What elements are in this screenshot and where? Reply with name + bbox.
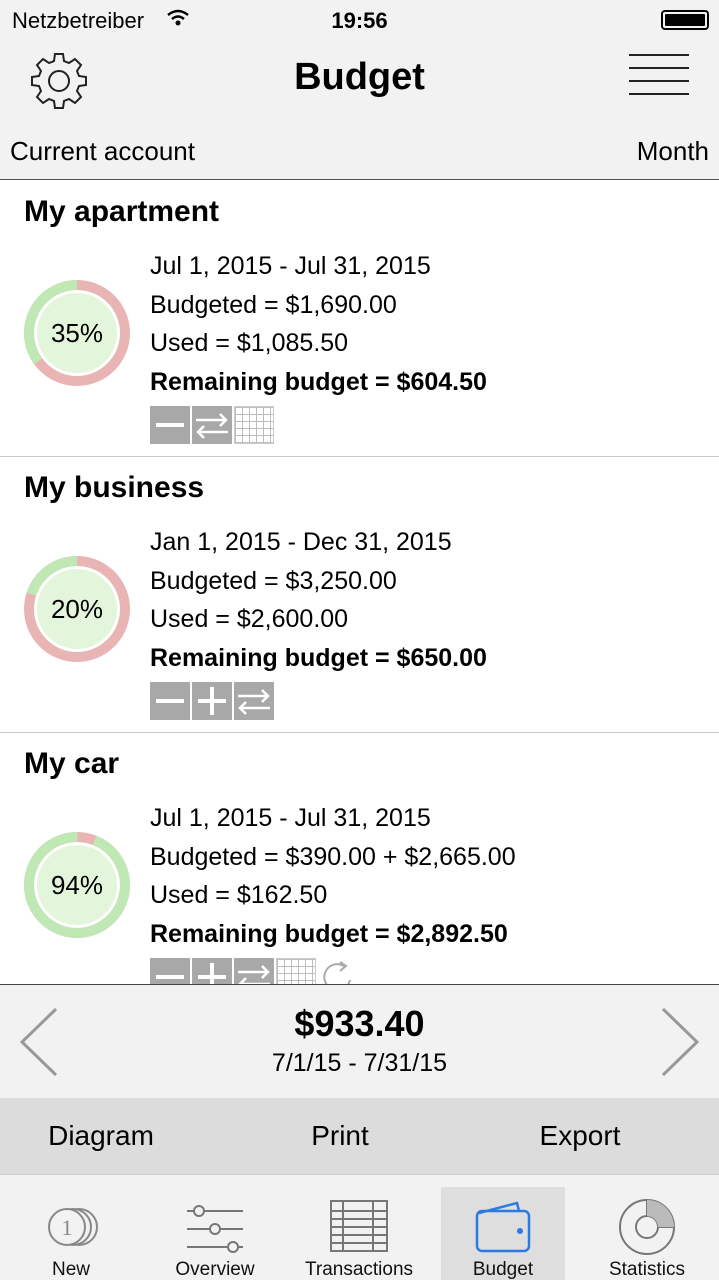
plus-button[interactable] bbox=[192, 958, 232, 984]
menu-line bbox=[629, 93, 689, 95]
sliders-icon bbox=[187, 1205, 243, 1253]
budget-actions bbox=[150, 682, 274, 722]
budget-percent: 20% bbox=[50, 594, 104, 624]
menu-button[interactable] bbox=[629, 54, 689, 108]
budget-remaining: Remaining budget = $604.50 bbox=[150, 367, 487, 396]
plus-button[interactable] bbox=[192, 682, 232, 720]
tab-label: New bbox=[51, 1259, 90, 1280]
transfer-button[interactable] bbox=[192, 406, 232, 444]
grid-button[interactable] bbox=[234, 406, 274, 444]
status-bar: Netzbetreiber 19:56 bbox=[0, 0, 719, 40]
transfer-button[interactable] bbox=[234, 958, 274, 984]
budget-details: Jul 1, 2015 - Jul 31, 2015 Budgeted = $1… bbox=[150, 247, 487, 401]
budget-card[interactable]: My apartment 35% Jul 1, 2015 - Jul 31, 2… bbox=[0, 181, 719, 457]
refresh-button[interactable] bbox=[318, 958, 358, 984]
tab-budget[interactable]: Budget bbox=[441, 1187, 565, 1280]
transfer-icon bbox=[238, 965, 270, 984]
budget-date-range: Jan 1, 2015 - Dec 31, 2015 bbox=[150, 528, 452, 556]
navigation-bar: Budget Current account Month bbox=[0, 40, 719, 180]
budget-budgeted: Budgeted = $3,250.00 bbox=[150, 566, 397, 595]
menu-line bbox=[629, 80, 689, 82]
budget-card[interactable]: My car 94% Jul 1, 2015 - Jul 31, 2015 Bu… bbox=[0, 733, 719, 984]
wallet-icon bbox=[475, 1201, 531, 1253]
tab-transactions[interactable]: Transactions bbox=[297, 1187, 421, 1280]
budget-budgeted: Budgeted = $1,690.00 bbox=[150, 290, 397, 319]
minus-button[interactable] bbox=[150, 406, 190, 444]
budget-used: Used = $2,600.00 bbox=[150, 605, 349, 633]
tab-label: Statistics bbox=[608, 1259, 686, 1280]
budget-name: My apartment bbox=[24, 195, 220, 228]
transfer-icon bbox=[196, 413, 228, 439]
total-amount: $933.40 bbox=[294, 1003, 425, 1044]
action-bar: Diagram Print Export bbox=[0, 1098, 719, 1174]
battery-icon bbox=[661, 10, 709, 30]
budget-percent: 94% bbox=[50, 870, 104, 900]
tab-statistics[interactable]: Statistics bbox=[585, 1187, 709, 1280]
budget-remaining: Remaining budget = $2,892.50 bbox=[150, 919, 508, 948]
budget-used: Used = $162.50 bbox=[150, 881, 328, 909]
period-summary: $933.40 7/1/15 - 7/31/15 bbox=[0, 984, 719, 1098]
page-title: Budget bbox=[294, 56, 425, 98]
export-button[interactable]: Export bbox=[460, 1120, 700, 1152]
budget-remaining: Remaining budget = $650.00 bbox=[150, 643, 487, 672]
print-button[interactable]: Print bbox=[220, 1120, 460, 1152]
tab-bar: 1 New Overview Transactions Budget Stati… bbox=[0, 1174, 719, 1280]
date-range: 7/1/15 - 7/31/15 bbox=[271, 1049, 448, 1077]
pie-chart-icon bbox=[619, 1199, 675, 1255]
budget-used: Used = $1,085.50 bbox=[150, 329, 349, 357]
clock: 19:56 bbox=[331, 8, 388, 33]
tab-overview[interactable]: Overview bbox=[153, 1187, 277, 1280]
menu-line bbox=[629, 54, 689, 56]
budget-name: My car bbox=[24, 747, 120, 780]
budget-date-range: Jul 1, 2015 - Jul 31, 2015 bbox=[150, 804, 431, 832]
budget-details: Jul 1, 2015 - Jul 31, 2015 Budgeted = $3… bbox=[150, 799, 516, 953]
transfer-button[interactable] bbox=[234, 682, 274, 720]
budget-actions bbox=[150, 406, 274, 446]
budget-list[interactable]: My apartment 35% Jul 1, 2015 - Jul 31, 2… bbox=[0, 181, 719, 984]
period-selector[interactable]: Month bbox=[637, 136, 709, 167]
transfer-icon bbox=[238, 689, 270, 715]
chevron-right-icon[interactable] bbox=[653, 1005, 703, 1079]
minus-button[interactable] bbox=[150, 682, 190, 720]
budget-percent: 35% bbox=[50, 318, 104, 348]
budget-name: My business bbox=[24, 471, 205, 504]
svg-text:1: 1 bbox=[62, 1215, 73, 1240]
coins-icon: 1 bbox=[48, 1208, 98, 1246]
refresh-icon bbox=[323, 961, 351, 984]
budget-card[interactable]: My business 20% Jan 1, 2015 - Dec 31, 20… bbox=[0, 457, 719, 733]
budget-actions bbox=[150, 958, 358, 984]
grid-button[interactable] bbox=[276, 958, 316, 984]
account-selector[interactable]: Current account bbox=[10, 136, 195, 167]
menu-line bbox=[629, 67, 689, 69]
budget-date-range: Jul 1, 2015 - Jul 31, 2015 bbox=[150, 252, 431, 280]
budget-budgeted: Budgeted = $390.00 + $2,665.00 bbox=[150, 842, 516, 871]
tab-label: Transactions bbox=[304, 1259, 414, 1280]
budget-details: Jan 1, 2015 - Dec 31, 2015 Budgeted = $3… bbox=[150, 523, 487, 677]
tab-label: Overview bbox=[175, 1259, 255, 1280]
minus-button[interactable] bbox=[150, 958, 190, 984]
tab-new[interactable]: 1 New bbox=[9, 1187, 133, 1280]
table-icon bbox=[330, 1200, 388, 1252]
tab-label: Budget bbox=[472, 1259, 534, 1280]
diagram-button[interactable]: Diagram bbox=[0, 1120, 221, 1152]
